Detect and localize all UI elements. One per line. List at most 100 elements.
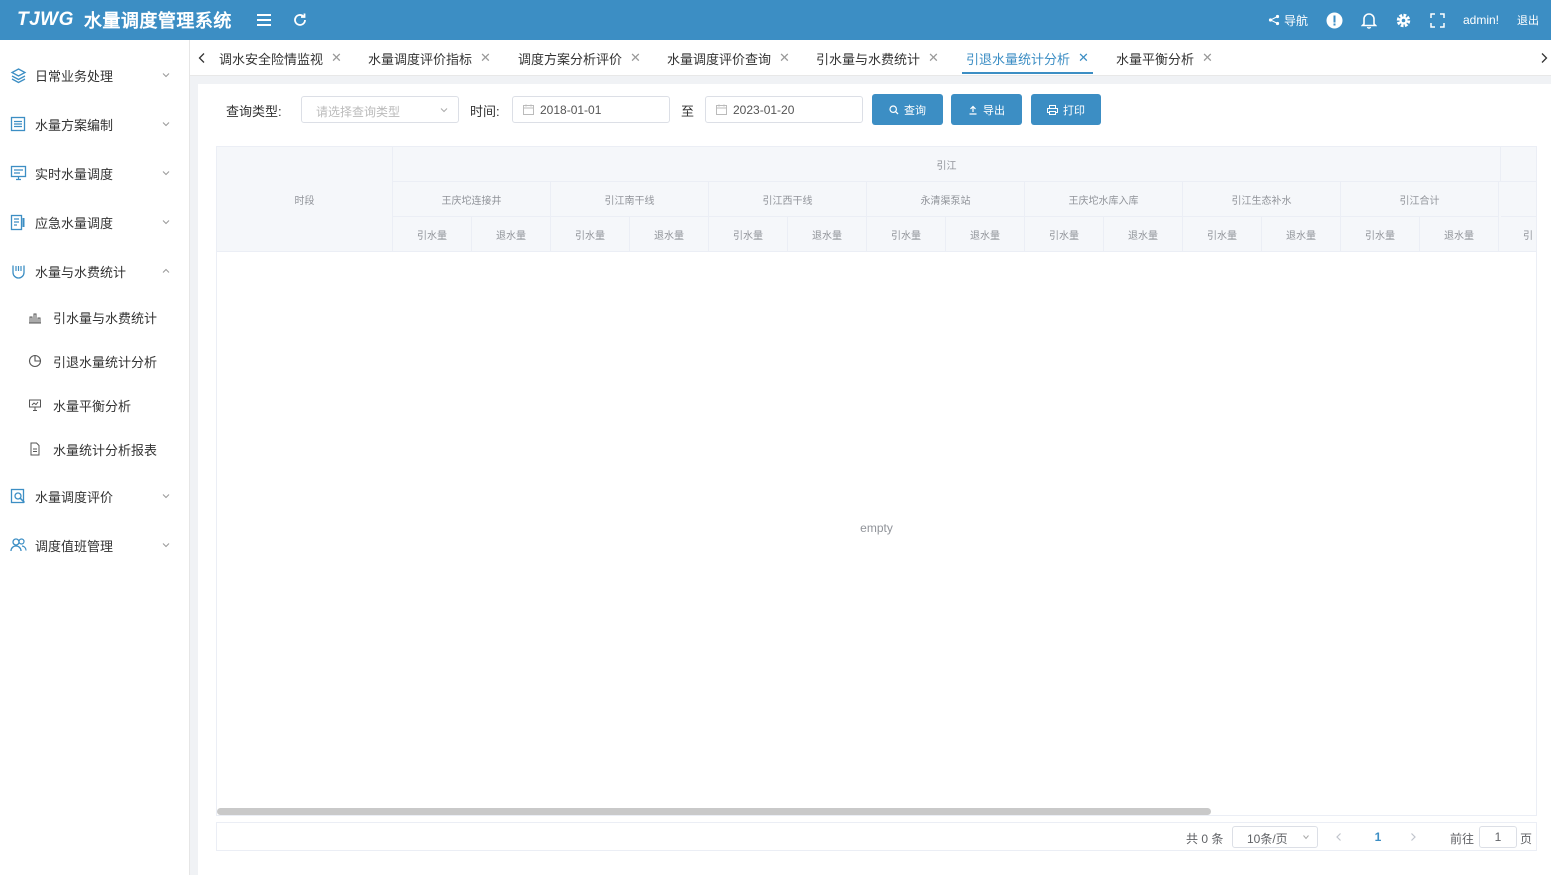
tab-label: 引水量与水费统计: [816, 51, 921, 67]
nav-button[interactable]: 导航: [1268, 12, 1308, 29]
start-date-input[interactable]: 2018-01-01: [512, 96, 670, 123]
partial-column-header: 引: [1501, 217, 1536, 252]
chevron-down-icon: [1303, 835, 1309, 840]
data-table: 时段 引江 引 王庆坨连接井 引水量 退水量 引江南干线 引水量 退水量 引江西干线 引水量退…: [216, 146, 1537, 816]
tab-scroll-left-icon[interactable]: [192, 40, 212, 76]
app-title: 水量调度管理系统: [83, 11, 232, 31]
page-number-current[interactable]: 1: [1367, 826, 1389, 848]
sidebar-item-duty[interactable]: 调度值班管理: [0, 523, 190, 567]
sidebar-subitem-intake-outflow[interactable]: 引退水量统计分析: [0, 341, 190, 381]
nav-label: 导航: [1283, 13, 1308, 28]
tab-intake-fee[interactable]: 引水量与水费统计 ✕: [816, 40, 939, 76]
outflow-column-header[interactable]: 退水量: [946, 217, 1025, 252]
subgroup-header: 引江生态补水: [1183, 182, 1341, 217]
tab-scroll-right-icon[interactable]: [1540, 40, 1551, 76]
close-icon[interactable]: ✕: [1078, 50, 1089, 66]
tab-eval-query[interactable]: 水量调度评价查询 ✕: [667, 40, 790, 76]
sidebar-item-daily[interactable]: 日常业务处理: [0, 53, 190, 97]
calendar-icon: [716, 104, 727, 115]
intake-column-header[interactable]: 引水量: [1341, 217, 1420, 252]
sidebar-subitem-report[interactable]: 水量统计分析报表: [0, 429, 190, 469]
outflow-column-header[interactable]: 退水量: [788, 217, 867, 252]
outflow-column-header[interactable]: 退水量: [1420, 217, 1499, 252]
user-name[interactable]: admin!: [1463, 13, 1499, 27]
tab-plan-eval[interactable]: 调度方案分析评价 ✕: [518, 40, 641, 76]
sidebar-item-label: 水量调度评价: [35, 489, 114, 505]
end-date-input[interactable]: 2023-01-20: [705, 96, 863, 123]
print-button[interactable]: 打印: [1031, 94, 1101, 125]
outflow-column-header[interactable]: 退水量: [1262, 217, 1341, 252]
outflow-column-header[interactable]: 退水量: [630, 217, 709, 252]
printer-icon: [1047, 104, 1058, 115]
export-button-label: 导出: [983, 104, 1005, 117]
close-icon[interactable]: ✕: [928, 50, 939, 66]
query-button[interactable]: 查询: [872, 94, 943, 125]
gear-icon[interactable]: [1395, 12, 1412, 29]
intake-column-header[interactable]: 引水量: [867, 217, 946, 252]
search-icon: [889, 104, 899, 114]
close-icon[interactable]: ✕: [630, 50, 641, 66]
fullscreen-icon[interactable]: [1430, 12, 1445, 28]
bell-icon[interactable]: [1360, 12, 1377, 29]
sidebar-item-label: 应急水量调度: [35, 215, 114, 231]
app-logo: TJWG 水量调度管理系统: [17, 7, 232, 33]
subgroup-header: 引江西干线: [709, 182, 867, 217]
tab-eval-index[interactable]: 水量调度评价指标 ✕: [368, 40, 491, 76]
sidebar-item-realtime[interactable]: 实时水量调度: [0, 151, 190, 195]
tab-safety-monitor[interactable]: 调水安全险情监视 ✕: [219, 40, 342, 76]
sidebar-subitem-intake-fee[interactable]: 引水量与水费统计: [0, 297, 190, 337]
menu-toggle-icon[interactable]: [256, 13, 272, 27]
sidebar-subitem-balance[interactable]: 水量平衡分析: [0, 385, 190, 425]
intake-column-header[interactable]: 引水量: [1183, 217, 1262, 252]
intake-column-header[interactable]: 引水量: [709, 217, 788, 252]
goto-label: 前往: [1450, 832, 1475, 846]
alert-icon[interactable]: [1326, 12, 1343, 29]
intake-column-header[interactable]: 引水量: [551, 217, 630, 252]
content-panel: 查询类型: 请选择查询类型 时间: 2018-01-01 至 2023-01-2…: [198, 84, 1551, 875]
start-date-value: 2018-01-01: [540, 103, 602, 117]
close-icon[interactable]: ✕: [331, 50, 342, 66]
chevron-down-icon: [162, 543, 170, 548]
sidebar-item-statistics[interactable]: 水量与水费统计: [0, 249, 190, 293]
subgroup-header: 王庆坨连接井: [393, 182, 551, 217]
intake-column-header[interactable]: 引水量: [1025, 217, 1104, 252]
next-page-icon[interactable]: [1402, 826, 1424, 848]
intake-column-header[interactable]: 引水量: [393, 217, 472, 252]
time-label: 时间:: [470, 104, 500, 119]
refresh-icon[interactable]: [292, 12, 308, 28]
search-doc-icon: [9, 487, 27, 505]
logout-link[interactable]: 退出: [1517, 12, 1539, 28]
query-type-select[interactable]: 请选择查询类型: [301, 96, 459, 123]
sidebar-item-evaluation[interactable]: 水量调度评价: [0, 474, 190, 518]
page-size-select[interactable]: 10条/页: [1232, 826, 1318, 848]
horizontal-scrollbar[interactable]: [217, 808, 1211, 815]
upload-icon: [969, 105, 977, 115]
sidebar-subitem-label: 水量平衡分析: [53, 398, 132, 414]
chart-frame-icon: [9, 262, 27, 280]
tab-intake-outflow[interactable]: 引退水量统计分析 ✕: [962, 40, 1093, 76]
empty-state: empty: [860, 521, 893, 535]
sidebar-item-emergency[interactable]: 应急水量调度: [0, 200, 190, 244]
tab-label: 水量调度评价查询: [667, 51, 772, 67]
prev-page-icon[interactable]: [1328, 826, 1350, 848]
goto-page-input[interactable]: 1: [1479, 826, 1517, 848]
close-icon[interactable]: ✕: [480, 50, 491, 66]
close-icon[interactable]: ✕: [1202, 50, 1213, 66]
outflow-column-header[interactable]: 退水量: [1104, 217, 1183, 252]
filter-bar: 查询类型: 请选择查询类型 时间: 2018-01-01 至 2023-01-2…: [198, 84, 1551, 136]
top-header: TJWG 水量调度管理系统 导航 admin! 退出: [0, 0, 1551, 40]
subgroup-header: 引江合计: [1341, 182, 1499, 217]
export-button[interactable]: 导出: [951, 94, 1022, 125]
share-icon: [1268, 14, 1280, 26]
close-icon[interactable]: ✕: [779, 50, 790, 66]
header-actions: 导航 admin! 退出: [1268, 0, 1539, 40]
outflow-column-header[interactable]: 退水量: [472, 217, 551, 252]
period-column-header[interactable]: 时段: [217, 147, 393, 252]
page-unit-label: 页: [1520, 832, 1533, 846]
chevron-up-icon: [162, 268, 170, 273]
sidebar-item-plan[interactable]: 水量方案编制: [0, 102, 190, 146]
calendar-icon: [523, 104, 534, 115]
subgroup-header: 引江南干线: [551, 182, 709, 217]
tab-bar: 调水安全险情监视 ✕ 水量调度评价指标 ✕ 调度方案分析评价 ✕ 水量调度评价查询 ✕ …: [190, 40, 1551, 76]
tab-balance[interactable]: 水量平衡分析 ✕: [1116, 40, 1213, 76]
